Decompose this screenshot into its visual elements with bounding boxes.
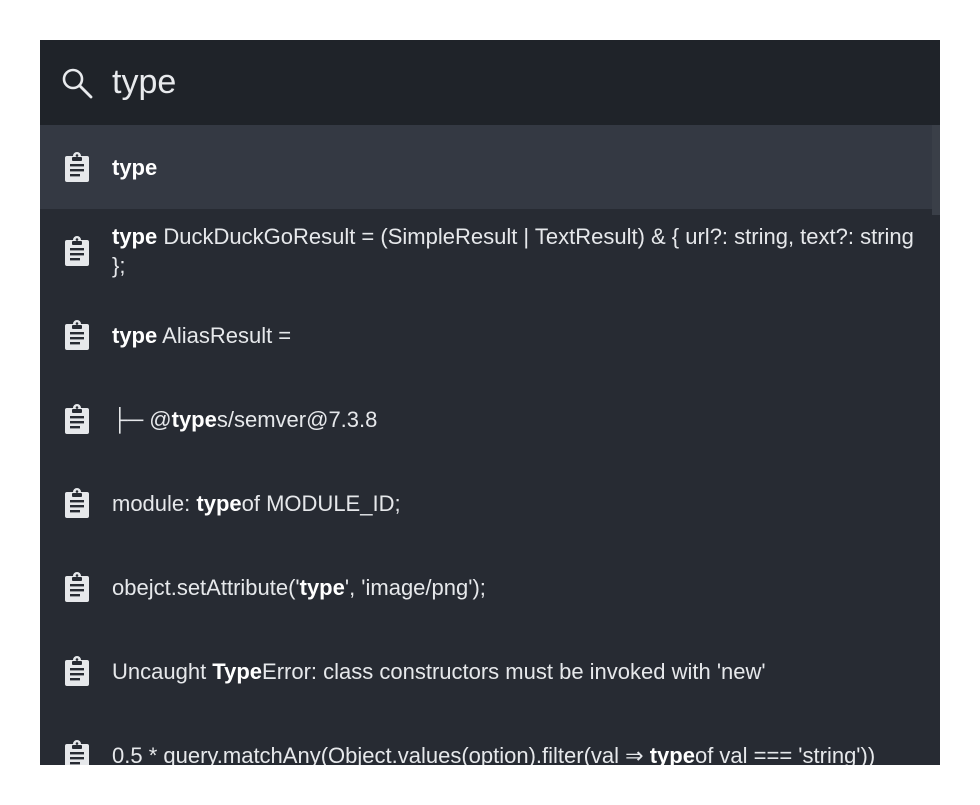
result-text: module: typeof MODULE_ID; xyxy=(112,489,920,518)
clipboard-icon xyxy=(60,738,94,765)
search-bar xyxy=(40,40,940,125)
result-text: type xyxy=(112,153,920,182)
results-list: type type DuckDuckGoResult = (SimpleResu… xyxy=(40,125,940,765)
match-highlight: type xyxy=(112,322,158,348)
result-text: type AliasResult = xyxy=(112,321,920,350)
match-highlight: type xyxy=(112,154,158,180)
clipboard-icon xyxy=(60,402,94,436)
match-highlight: type xyxy=(649,742,695,766)
match-highlight: type xyxy=(196,490,242,516)
clipboard-icon xyxy=(60,150,94,184)
result-text-segment: of MODULE_ID; xyxy=(241,490,401,516)
result-text-segment: ├─ @ xyxy=(112,406,172,432)
search-input[interactable] xyxy=(112,63,872,102)
launcher-window: type type DuckDuckGoResult = (SimpleResu… xyxy=(40,40,940,765)
clipboard-icon xyxy=(60,234,94,268)
clipboard-icon xyxy=(60,654,94,688)
match-highlight: Type xyxy=(212,658,263,684)
search-icon xyxy=(60,66,94,100)
result-text-segment: 0.5 * query.matchAny(Object.values(optio… xyxy=(112,742,650,766)
result-text-segment: DuckDuckGoResult = (SimpleResult | TextR… xyxy=(112,224,914,278)
clipboard-icon xyxy=(60,486,94,520)
result-text-segment: of val === 'string')) xyxy=(694,742,876,766)
result-text: type DuckDuckGoResult = (SimpleResult | … xyxy=(112,222,920,280)
result-text-segment: Error: class constructors must be invoke… xyxy=(262,658,766,684)
result-text-segment: s/semver@7.3.8 xyxy=(216,406,378,432)
result-text-segment: module: xyxy=(112,490,197,516)
results-scrollbar[interactable] xyxy=(932,125,940,215)
result-item[interactable]: type DuckDuckGoResult = (SimpleResult | … xyxy=(40,209,940,293)
result-text: Uncaught TypeError: class constructors m… xyxy=(112,657,920,686)
match-highlight: type xyxy=(299,574,345,600)
result-item[interactable]: 0.5 * query.matchAny(Object.values(optio… xyxy=(40,713,940,765)
result-item[interactable]: module: typeof MODULE_ID; xyxy=(40,461,940,545)
result-item[interactable]: Uncaught TypeError: class constructors m… xyxy=(40,629,940,713)
result-item[interactable]: obejct.setAttribute('type', 'image/png')… xyxy=(40,545,940,629)
result-text-segment: obejct.setAttribute(' xyxy=(112,574,300,600)
match-highlight: type xyxy=(112,224,158,249)
result-item[interactable]: type xyxy=(40,125,940,209)
result-item[interactable]: type AliasResult = xyxy=(40,293,940,377)
result-text-segment: AliasResult = xyxy=(157,322,292,348)
clipboard-icon xyxy=(60,570,94,604)
result-text: 0.5 * query.matchAny(Object.values(optio… xyxy=(112,741,920,766)
result-item[interactable]: ├─ @types/semver@7.3.8 xyxy=(40,377,940,461)
result-text: ├─ @types/semver@7.3.8 xyxy=(112,405,920,434)
result-text-segment: ', 'image/png'); xyxy=(344,574,486,600)
result-text-segment: Uncaught xyxy=(112,658,213,684)
clipboard-icon xyxy=(60,318,94,352)
match-highlight: type xyxy=(171,406,217,432)
result-text: obejct.setAttribute('type', 'image/png')… xyxy=(112,573,920,602)
